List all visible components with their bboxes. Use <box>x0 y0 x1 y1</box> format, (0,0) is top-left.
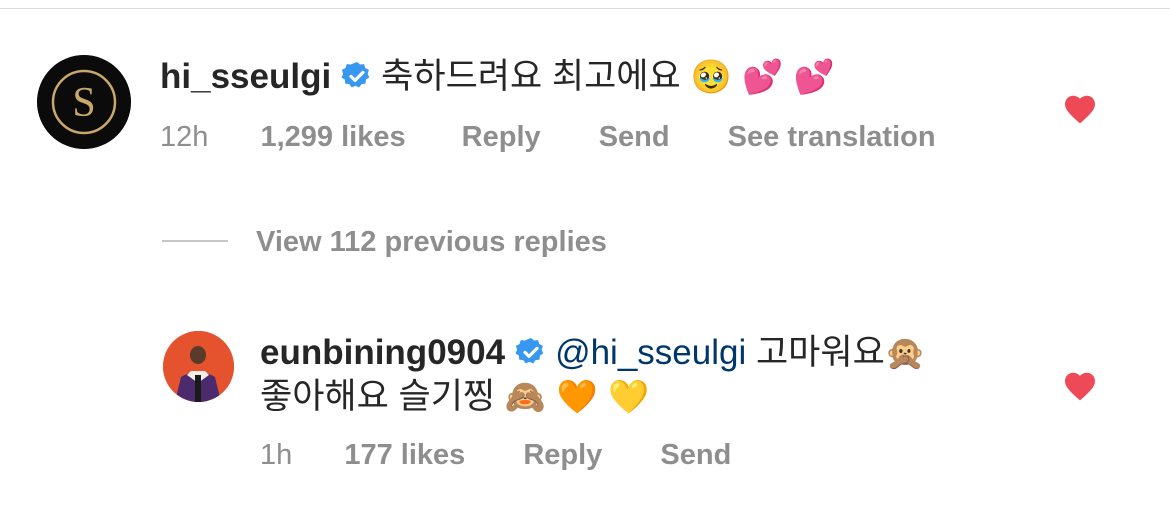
reply-likes[interactable]: 177 likes <box>344 438 465 472</box>
verified-badge-icon <box>515 336 547 377</box>
reply-send-button[interactable]: Send <box>660 438 731 472</box>
comment-username[interactable]: hi_sseulgi <box>160 57 331 96</box>
avatar-hi-sseulgi[interactable]: S <box>37 55 131 149</box>
reply-timestamp: 1h <box>260 439 293 471</box>
view-replies-button[interactable]: View 112 previous replies <box>256 225 607 259</box>
comment-likes[interactable]: 1,299 likes <box>260 120 405 154</box>
comment-reply-button[interactable]: Reply <box>462 120 541 154</box>
reply-emoji-line2: 🙈 🧡 💛 <box>504 377 650 416</box>
svg-text:S: S <box>72 80 95 126</box>
replies-divider <box>162 240 228 242</box>
comment-meta: 12h 1,299 likes Reply Send See translati… <box>160 120 936 154</box>
heart-icon[interactable] <box>1062 369 1098 401</box>
avatar-eunbining0904[interactable] <box>163 331 234 402</box>
comment-timestamp: 12h <box>160 121 209 153</box>
mention-link[interactable]: @hi_sseulgi <box>555 333 746 372</box>
comment-send-button[interactable]: Send <box>599 120 670 154</box>
reply-line-1: eunbining0904 @hi_sseulgi 고마워요🙊 <box>260 333 926 377</box>
reply-username[interactable]: eunbining0904 <box>260 333 505 372</box>
see-translation-button[interactable]: See translation <box>728 120 936 154</box>
comment-line: hi_sseulgi 축하드려요 최고에요 🥹 💕 💕 <box>160 57 835 101</box>
reply-line-2: 좋아해요 슬기찡 🙈 🧡 💛 <box>260 377 649 417</box>
comment-text: 축하드려요 최고에요 <box>381 57 681 96</box>
verified-badge-icon <box>341 60 373 101</box>
reply-text-line1: 고마워요 <box>755 333 885 372</box>
comment-emojis: 🥹 💕 💕 <box>690 57 835 96</box>
heart-icon[interactable] <box>1062 92 1098 124</box>
reply-emoji-line1: 🙊 <box>884 333 926 372</box>
reply-text-line2: 좋아해요 슬기찡 <box>260 377 496 416</box>
reply-meta: 1h 177 likes Reply Send <box>260 438 731 472</box>
reply-reply-button[interactable]: Reply <box>523 438 602 472</box>
top-divider <box>0 8 1170 9</box>
